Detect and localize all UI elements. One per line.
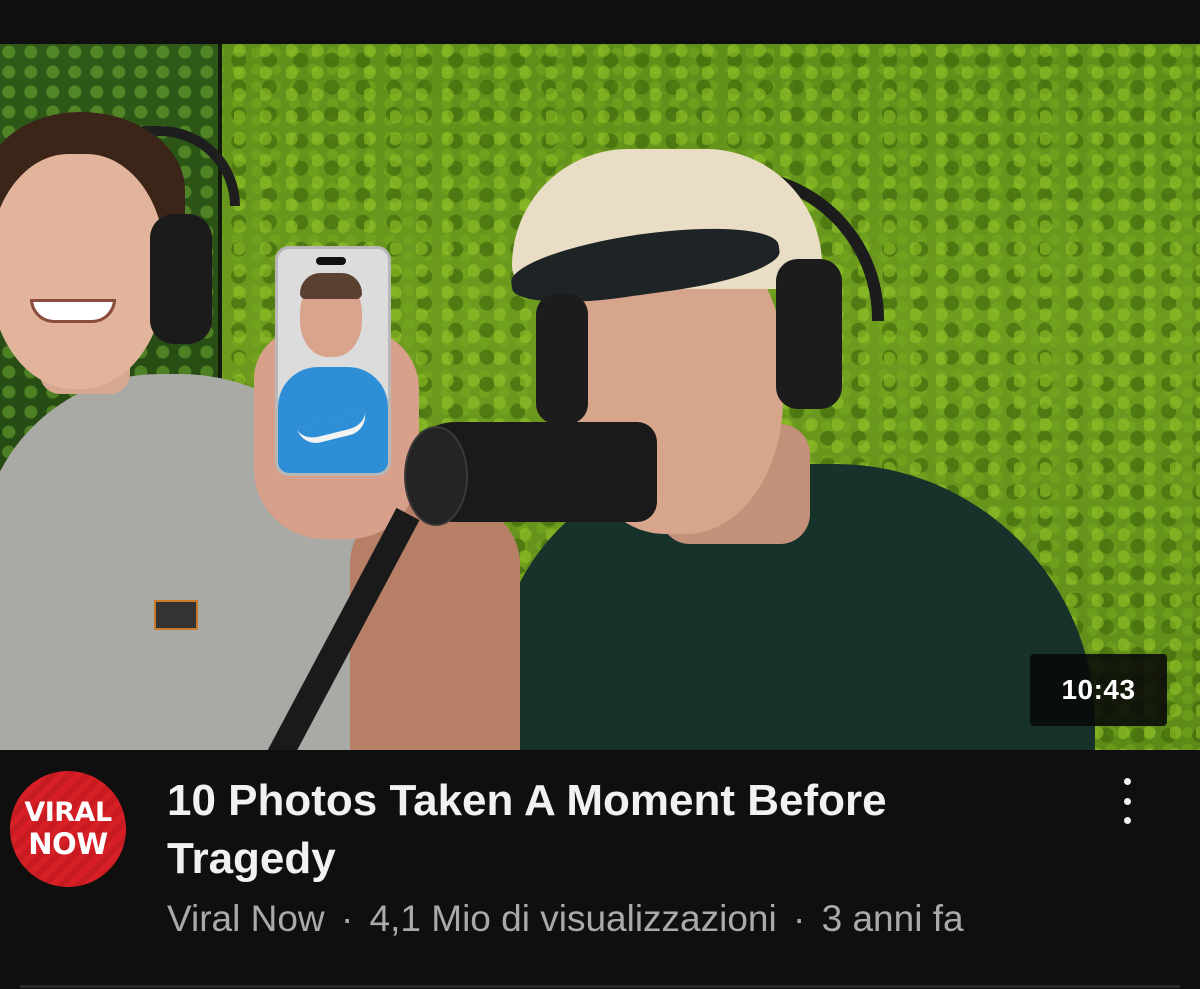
more-vertical-icon[interactable]: [1107, 778, 1147, 824]
meta-separator: ·: [340, 898, 354, 939]
video-thumbnail[interactable]: 10:43: [0, 44, 1200, 750]
menu-dot: [1123, 778, 1131, 785]
upload-age: 3 anni fa: [821, 898, 964, 939]
view-count: 4,1 Mio di visualizzazioni: [369, 898, 777, 939]
headphones-earcup-left: [150, 214, 212, 344]
channel-avatar[interactable]: VIRAL NOW: [10, 771, 126, 887]
avatar-text-line1: VIRAL: [24, 797, 112, 828]
avatar-text-line2: NOW: [28, 827, 108, 861]
channel-name[interactable]: Viral Now: [167, 898, 325, 939]
hoodie-patch: [154, 600, 198, 630]
person-right-arm: [350, 504, 520, 750]
video-metadata: Viral Now · 4,1 Mio di visualizzazioni ·…: [167, 898, 964, 940]
menu-dot: [1123, 817, 1131, 824]
video-info-row: VIRAL NOW 10 Photos Taken A Moment Befor…: [0, 750, 1200, 989]
microphone-end-cap: [404, 426, 468, 526]
video-duration-badge: 10:43: [1030, 654, 1167, 726]
status-bar: [0, 0, 1200, 44]
meta-separator: ·: [793, 898, 806, 939]
headphones-earcup-right-b: [776, 259, 842, 409]
menu-dot: [1123, 797, 1131, 805]
video-title[interactable]: 10 Photos Taken A Moment Before Tragedy: [167, 772, 1067, 888]
phone-photo-hair: [300, 273, 362, 299]
held-smartphone: [275, 246, 391, 476]
phone-camera-island: [316, 257, 346, 265]
divider: [20, 985, 1180, 988]
headphones-earcup-right-a: [536, 294, 588, 424]
person-left-smile: [30, 299, 116, 323]
person-left-face: [0, 154, 165, 389]
